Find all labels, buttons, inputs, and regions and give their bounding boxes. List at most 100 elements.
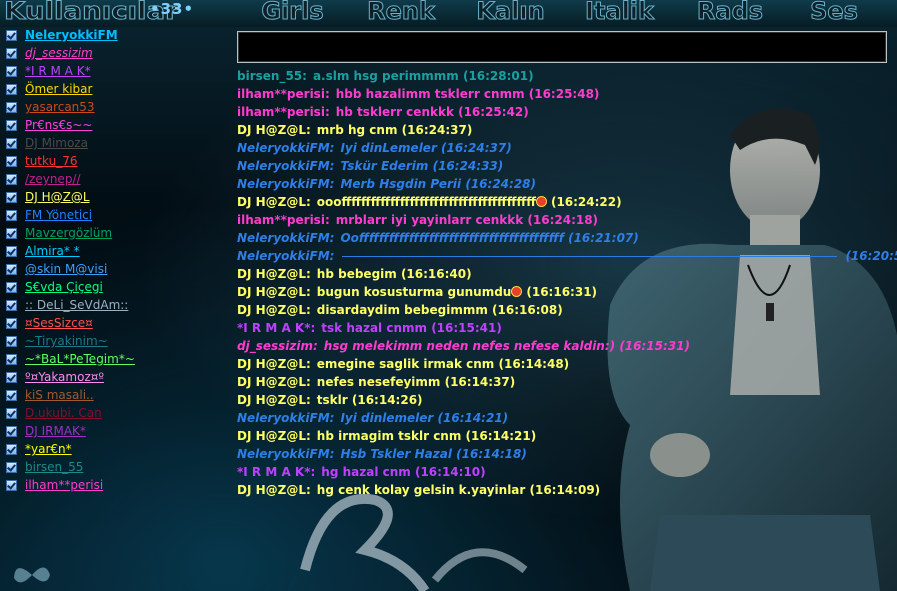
message-nick[interactable]: DJ H@Z@L: <box>237 195 311 209</box>
message-nick[interactable]: DJ H@Z@L: <box>237 375 311 389</box>
user-list-item[interactable]: ¤SesSizce¤ <box>6 314 226 332</box>
user-list-item[interactable]: *I R M A K* <box>6 62 226 80</box>
user-list-item[interactable]: ~Tiryakinim~ <box>6 332 226 350</box>
checkbox-icon[interactable] <box>6 209 17 221</box>
message-nick[interactable]: DJ H@Z@L: <box>237 303 311 317</box>
message-nick[interactable]: DJ H@Z@L: <box>237 483 311 497</box>
message-nick[interactable]: NeleryokkiFM: <box>237 411 334 425</box>
user-name-link[interactable]: kiS masali.. <box>25 386 94 404</box>
message-nick[interactable]: NeleryokkiFM: <box>237 249 334 263</box>
checkbox-icon[interactable] <box>6 245 17 257</box>
user-list-item[interactable]: S€vda Çiçegi <box>6 278 226 296</box>
user-name-link[interactable]: ~Tiryakinim~ <box>25 332 108 350</box>
user-name-link[interactable]: Ömer kibar <box>25 80 92 98</box>
user-name-link[interactable]: º¤Yakamoz¤º <box>25 368 104 386</box>
user-list-item[interactable]: D.ukubi. Can <box>6 404 226 422</box>
user-list-item[interactable]: birsen_55 <box>6 458 226 476</box>
message-nick[interactable]: NeleryokkiFM: <box>237 159 334 173</box>
menu-sound-button[interactable]: Ses <box>804 0 864 26</box>
user-list-item[interactable]: º¤Yakamoz¤º <box>6 368 226 386</box>
user-name-link[interactable]: FM Yönetici <box>25 206 92 224</box>
user-list-item[interactable]: /zeynep// <box>6 170 226 188</box>
message-nick[interactable]: DJ H@Z@L: <box>237 429 311 443</box>
checkbox-icon[interactable] <box>6 173 17 185</box>
user-list-item[interactable]: Pr€ns€s~~ <box>6 116 226 134</box>
user-name-link[interactable]: S€vda Çiçegi <box>25 278 103 296</box>
user-list-item[interactable]: *yar€n* <box>6 440 226 458</box>
user-name-link[interactable]: ilham**perisi <box>25 476 103 494</box>
user-name-link[interactable]: NeleryokkiFM <box>25 26 118 44</box>
menu-rads-button[interactable]: Rads <box>695 0 765 26</box>
user-name-link[interactable]: /zeynep// <box>25 170 81 188</box>
user-list-item[interactable]: Mavzergözlüm <box>6 224 226 242</box>
message-nick[interactable]: DJ H@Z@L: <box>237 123 311 137</box>
user-list-item[interactable]: Ömer kibar <box>6 80 226 98</box>
checkbox-icon[interactable] <box>6 191 17 203</box>
checkbox-icon[interactable] <box>6 47 17 59</box>
checkbox-icon[interactable] <box>6 299 17 311</box>
checkbox-icon[interactable] <box>6 479 17 491</box>
checkbox-icon[interactable] <box>6 461 17 473</box>
user-list-item[interactable]: Almira* * <box>6 242 226 260</box>
message-nick[interactable]: NeleryokkiFM: <box>237 447 334 461</box>
message-nick[interactable]: DJ H@Z@L: <box>237 357 311 371</box>
user-name-link[interactable]: yasarcan53 <box>25 98 95 116</box>
message-nick[interactable]: DJ H@Z@L: <box>237 285 311 299</box>
user-name-link[interactable]: Almira* * <box>25 242 80 260</box>
checkbox-icon[interactable] <box>6 425 17 437</box>
message-nick[interactable]: DJ H@Z@L: <box>237 393 311 407</box>
message-nick[interactable]: dj_sessizim: <box>237 339 318 353</box>
user-name-link[interactable]: DJ H@Z@L <box>25 188 90 206</box>
menu-bold-button[interactable]: Kalın <box>473 0 548 26</box>
checkbox-icon[interactable] <box>6 29 17 41</box>
user-name-link[interactable]: DJ IRMAK* <box>25 422 86 440</box>
checkbox-icon[interactable] <box>6 83 17 95</box>
message-input[interactable] <box>237 31 887 63</box>
user-name-link[interactable]: D.ukubi. Can <box>25 404 102 422</box>
user-list-item[interactable]: @skin M@visi <box>6 260 226 278</box>
user-list-item[interactable]: yasarcan53 <box>6 98 226 116</box>
user-list-item[interactable]: DJ IRMAK* <box>6 422 226 440</box>
checkbox-icon[interactable] <box>6 227 17 239</box>
menu-color-button[interactable]: Renk <box>366 0 436 26</box>
user-name-link[interactable]: Pr€ns€s~~ <box>25 116 92 134</box>
message-nick[interactable]: ilham**perisi: <box>237 87 330 101</box>
user-name-link[interactable]: dj_sessizim <box>25 44 93 62</box>
user-name-link[interactable]: ~*BaL*PeTegim*~ <box>25 350 135 368</box>
checkbox-icon[interactable] <box>6 281 17 293</box>
user-list-item[interactable]: NeleryokkiFM <box>6 26 226 44</box>
checkbox-icon[interactable] <box>6 407 17 419</box>
checkbox-icon[interactable] <box>6 119 17 131</box>
user-list-item[interactable]: ilham**perisi <box>6 476 226 494</box>
checkbox-icon[interactable] <box>6 263 17 275</box>
user-name-link[interactable]: :: DeLi_SeVdAm:: <box>25 296 128 314</box>
message-nick[interactable]: NeleryokkiFM: <box>237 177 334 191</box>
user-name-link[interactable]: tutku_76 <box>25 152 77 170</box>
message-nick[interactable]: NeleryokkiFM: <box>237 231 334 245</box>
message-nick[interactable]: NeleryokkiFM: <box>237 141 334 155</box>
checkbox-icon[interactable] <box>6 443 17 455</box>
user-name-link[interactable]: *yar€n* <box>25 440 72 458</box>
user-list-item[interactable]: ~*BaL*PeTegim*~ <box>6 350 226 368</box>
checkbox-icon[interactable] <box>6 335 17 347</box>
user-list-item[interactable]: dj_sessizim <box>6 44 226 62</box>
checkbox-icon[interactable] <box>6 317 17 329</box>
checkbox-icon[interactable] <box>6 155 17 167</box>
user-list-item[interactable]: FM Yönetici <box>6 206 226 224</box>
user-list-item[interactable]: DJ H@Z@L <box>6 188 226 206</box>
message-nick[interactable]: *I R M A K*: <box>237 465 315 479</box>
checkbox-icon[interactable] <box>6 353 17 365</box>
user-list-item[interactable]: :: DeLi_SeVdAm:: <box>6 296 226 314</box>
user-name-link[interactable]: *I R M A K* <box>25 62 91 80</box>
user-name-link[interactable]: Mavzergözlüm <box>25 224 112 242</box>
menu-italic-button[interactable]: İtalik <box>582 0 657 26</box>
user-name-link[interactable]: birsen_55 <box>25 458 83 476</box>
checkbox-icon[interactable] <box>6 65 17 77</box>
checkbox-icon[interactable] <box>6 101 17 113</box>
message-nick[interactable]: birsen_55: <box>237 69 307 83</box>
user-name-link[interactable]: ¤SesSizce¤ <box>25 314 93 332</box>
user-list-item[interactable]: DJ Mimoza <box>6 134 226 152</box>
user-list-item[interactable]: kiS masali.. <box>6 386 226 404</box>
user-name-link[interactable]: @skin M@visi <box>25 260 107 278</box>
user-name-link[interactable]: DJ Mimoza <box>25 134 88 152</box>
